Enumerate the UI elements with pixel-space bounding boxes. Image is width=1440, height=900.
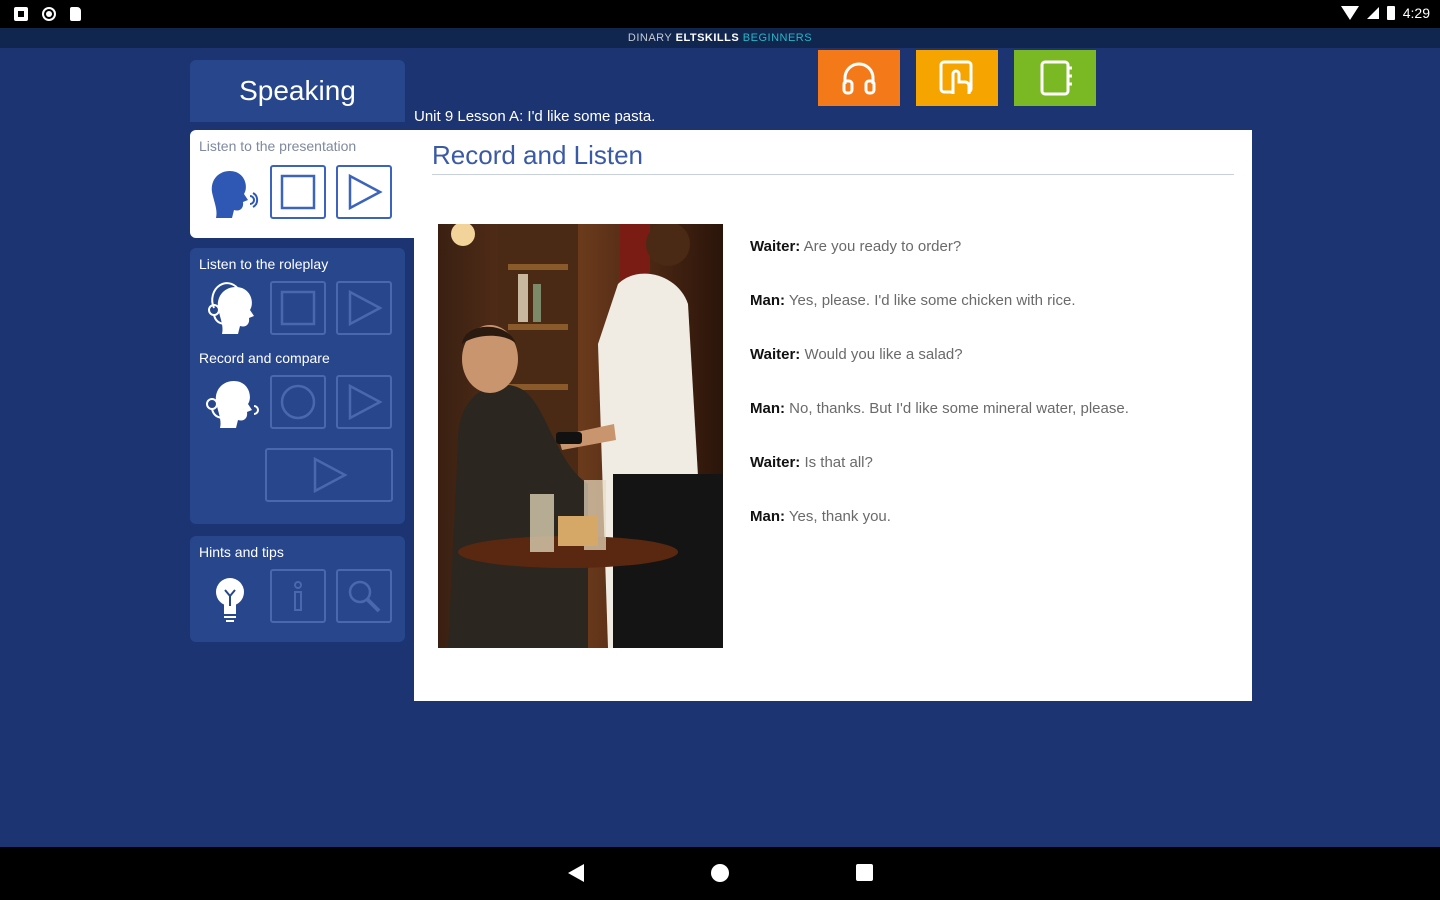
speaker-label: Waiter: bbox=[750, 454, 801, 471]
presentation-panel: Listen to the presentation bbox=[190, 130, 416, 238]
notification-icon bbox=[14, 7, 28, 21]
content-title: Record and Listen bbox=[432, 140, 644, 170]
app-brand-bar: DINARY ELTSKILLS BEGINNERS bbox=[0, 28, 1440, 48]
navigation-bar bbox=[0, 847, 1440, 900]
record-button[interactable] bbox=[270, 375, 326, 429]
speaker-label: Waiter: bbox=[750, 346, 801, 363]
roleplay-panel: Listen to the roleplay Record and compar… bbox=[190, 248, 405, 524]
status-bar: 4:29 bbox=[0, 0, 1440, 28]
info-icon bbox=[294, 581, 302, 611]
home-icon[interactable] bbox=[711, 864, 729, 882]
content-card: Record and Listen Waiter: Are you ready … bbox=[414, 130, 1252, 701]
record-compare-title: Record and compare bbox=[199, 350, 330, 366]
dialog-line: Waiter: Are you ready to order? bbox=[750, 238, 1230, 292]
recent-apps-icon[interactable] bbox=[856, 864, 873, 881]
brand-part-2: ELTSKILLS bbox=[675, 32, 743, 44]
play-icon bbox=[313, 456, 348, 494]
brand-part-1: DINARY bbox=[627, 32, 676, 44]
dialog-text: Are you ready to order? bbox=[800, 238, 962, 255]
speaker-label: Man: bbox=[750, 508, 785, 525]
dialog-line: Waiter: Would you like a salad? bbox=[750, 346, 1230, 400]
roleplay-play-button[interactable] bbox=[336, 281, 392, 335]
battery-icon bbox=[1386, 6, 1395, 20]
wifi-icon bbox=[1340, 6, 1359, 20]
speaker-label: Man: bbox=[750, 292, 785, 309]
dialog-text: Yes, thank you. bbox=[785, 508, 891, 525]
hints-title: Hints and tips bbox=[199, 544, 284, 560]
record-icon bbox=[280, 384, 316, 420]
dialog-transcript: Waiter: Are you ready to order? Man: Yes… bbox=[750, 238, 1230, 562]
touch-icon bbox=[939, 60, 973, 94]
signal-icon bbox=[1366, 7, 1379, 19]
dialog-line: Man: No, thanks. But I'd like some miner… bbox=[750, 400, 1230, 454]
sd-card-icon bbox=[70, 7, 81, 21]
stop-button[interactable] bbox=[270, 165, 326, 219]
record-play-button[interactable] bbox=[336, 375, 392, 429]
notebook-button[interactable] bbox=[1014, 50, 1096, 106]
dialog-line: Waiter: Is that all? bbox=[750, 454, 1230, 508]
lightbulb-icon bbox=[200, 566, 260, 626]
headphones-icon bbox=[842, 62, 876, 95]
stop-icon bbox=[280, 174, 316, 210]
back-icon[interactable] bbox=[568, 864, 584, 882]
speaking-tab[interactable]: Speaking bbox=[190, 60, 405, 122]
dialog-line: Man: Yes, please. I'd like some chicken … bbox=[750, 292, 1230, 346]
play-button[interactable] bbox=[336, 165, 392, 219]
search-button[interactable] bbox=[336, 569, 392, 623]
sync-icon bbox=[42, 7, 56, 21]
speaker-label: Waiter: bbox=[750, 238, 801, 255]
restaurant-photo bbox=[438, 224, 723, 648]
speaker-label: Man: bbox=[750, 400, 785, 417]
play-icon bbox=[348, 383, 383, 421]
roleplay-title: Listen to the roleplay bbox=[199, 256, 329, 272]
touch-button[interactable] bbox=[916, 50, 998, 106]
top-toolbar bbox=[818, 50, 1096, 106]
stop-icon bbox=[280, 290, 316, 326]
notebook-icon bbox=[1040, 60, 1072, 96]
dialog-text: Is that all? bbox=[800, 454, 873, 471]
presentation-title: Listen to the presentation bbox=[199, 138, 357, 154]
hints-panel: Hints and tips bbox=[190, 536, 405, 642]
play-icon bbox=[348, 173, 383, 211]
compare-play-button[interactable] bbox=[265, 448, 393, 502]
info-button[interactable] bbox=[270, 569, 326, 623]
dialog-line: Man: Yes, thank you. bbox=[750, 508, 1230, 562]
status-time: 4:29 bbox=[1402, 5, 1430, 21]
magnifier-icon bbox=[348, 580, 381, 613]
title-divider bbox=[432, 174, 1234, 175]
headset-speaking-icon bbox=[200, 372, 260, 432]
headphones-button[interactable] bbox=[818, 50, 900, 106]
roleplay-stop-button[interactable] bbox=[270, 281, 326, 335]
dialog-text: No, thanks. But I'd like some mineral wa… bbox=[785, 400, 1129, 417]
dialog-text: Yes, please. I'd like some chicken with … bbox=[785, 292, 1076, 309]
dialog-text: Would you like a salad? bbox=[800, 346, 963, 363]
play-icon bbox=[348, 289, 383, 327]
brand-part-3: BEGINNERS bbox=[742, 32, 813, 44]
headset-person-icon bbox=[200, 278, 260, 338]
speaker-head-icon bbox=[200, 162, 260, 222]
lesson-title: Unit 9 Lesson A: I'd like some pasta. bbox=[414, 108, 656, 125]
